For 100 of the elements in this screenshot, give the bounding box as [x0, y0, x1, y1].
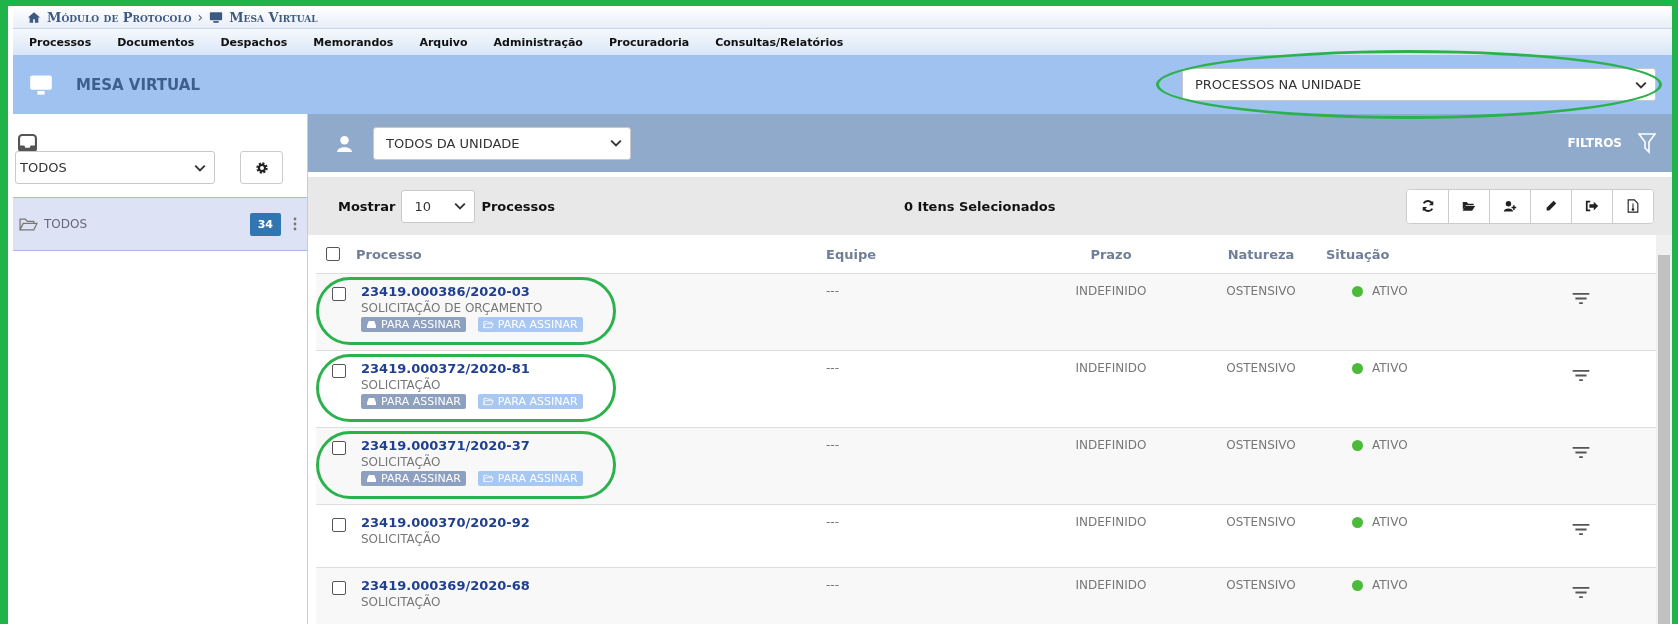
status-cell: ATIVO — [1372, 438, 1408, 452]
monitor-icon — [209, 10, 224, 24]
nature-cell-text: OSTENSIVO — [1225, 515, 1297, 529]
team-cell-text: --- — [826, 284, 840, 298]
deadline-cell-text: INDEFINIDO — [1074, 515, 1148, 529]
column-header: Situação — [1326, 246, 1391, 262]
menu-item[interactable]: Consultas/Relatórios — [707, 35, 862, 49]
team-cell-text: --- — [826, 515, 840, 529]
process-subject: SOLICITAÇÃO — [361, 378, 441, 392]
column-header: Processo — [356, 246, 423, 262]
user-select[interactable]: TODOS DA UNIDADE — [373, 126, 631, 160]
folder-open-icon — [482, 397, 494, 406]
process-subject: SOLICITAÇÃO — [361, 595, 441, 609]
refresh-icon — [1420, 199, 1435, 213]
column-header: Natureza — [1226, 246, 1296, 262]
menu-item[interactable]: Documentos — [109, 35, 213, 49]
process-subject: SOLICITAÇÃO DE ORÇAMENTO — [361, 301, 543, 315]
menu-item[interactable]: Memorandos — [305, 35, 412, 49]
menu-item[interactable]: Administração — [485, 35, 601, 49]
chevron-down-icon — [454, 202, 467, 210]
settings-icon — [254, 160, 269, 175]
nature-cell-text: OSTENSIVO — [1225, 578, 1297, 592]
tag: PARA ASSINAR — [477, 471, 583, 486]
pencil-icon — [1544, 199, 1558, 213]
status-cell: ATIVO — [1372, 578, 1408, 592]
chevron-down-icon — [194, 163, 206, 172]
breadcrumb-link[interactable]: Módulo de Protocolo — [47, 9, 192, 25]
team-cell-text: --- — [826, 361, 840, 375]
home-icon — [27, 10, 41, 24]
file-icon — [1626, 199, 1640, 213]
menu-icon[interactable] — [1571, 586, 1591, 599]
row-checkbox[interactable] — [332, 581, 346, 595]
menu-item[interactable]: Procuradoria — [600, 35, 708, 49]
column-header: Equipe — [826, 246, 878, 262]
settings-button[interactable] — [240, 151, 283, 184]
deadline-cell-text: INDEFINIDO — [1074, 578, 1148, 592]
team-cell-text: --- — [826, 438, 840, 452]
menu-icon[interactable] — [1571, 523, 1591, 536]
process-link[interactable]: 23419.000369/2020-68 — [361, 578, 530, 593]
items-label: Processos — [481, 198, 555, 214]
row-checkbox[interactable] — [332, 518, 346, 532]
column-header: Prazo — [1089, 246, 1133, 262]
action-button[interactable] — [1612, 189, 1653, 223]
process-subject: SOLICITAÇÃO — [361, 532, 441, 546]
sign-out-icon — [1585, 199, 1599, 213]
page-title: MESA VIRTUAL — [76, 75, 200, 94]
scrollbar[interactable] — [1656, 235, 1672, 624]
chevron-down-icon — [610, 139, 622, 147]
tag: PARA ASSINAR — [477, 394, 583, 409]
folder-open-icon — [482, 474, 494, 483]
folder-icon — [1462, 199, 1476, 213]
status-cell: ATIVO — [1372, 361, 1408, 375]
tag: PARA ASSINAR — [477, 317, 583, 332]
tag: PARA ASSINAR — [361, 317, 466, 332]
folder-label: TODOS — [44, 217, 88, 231]
count-badge: 34 — [249, 212, 281, 236]
monitor-icon — [29, 73, 53, 96]
nature-cell-text: OSTENSIVO — [1225, 438, 1297, 452]
tag: PARA ASSINAR — [361, 471, 466, 486]
team-cell-text: --- — [826, 578, 840, 592]
row-checkbox[interactable] — [332, 287, 346, 301]
tag: PARA ASSINAR — [361, 394, 466, 409]
deadline-cell-text: INDEFINIDO — [1074, 438, 1148, 452]
page-size-select[interactable]: 10 — [401, 189, 476, 223]
row-checkbox[interactable] — [332, 441, 346, 455]
status-cell: ATIVO — [1372, 284, 1408, 298]
breadcrumb-separator: › — [197, 9, 204, 25]
process-link[interactable]: 23419.000371/2020-37 — [361, 438, 530, 453]
more-vertical-icon[interactable] — [293, 217, 297, 231]
breadcrumb-link[interactable]: Mesa Virtual — [229, 9, 318, 25]
select-all-checkbox[interactable] — [326, 247, 340, 261]
nature-cell-text: OSTENSIVO — [1225, 361, 1297, 375]
process-link[interactable]: 23419.000386/2020-03 — [361, 284, 530, 299]
menu-icon[interactable] — [1571, 292, 1591, 305]
selection-count: 0 Itens Selecionados — [903, 198, 1056, 214]
chevron-down-icon — [1635, 80, 1647, 89]
process-subject: SOLICITAÇÃO — [361, 455, 441, 469]
inbox-icon — [366, 320, 377, 329]
folder-filter-select[interactable]: TODOS — [15, 151, 215, 184]
user-plus-icon — [1503, 199, 1517, 213]
process-link[interactable]: 23419.000370/2020-92 — [361, 515, 530, 530]
menu-item[interactable]: Processos — [21, 35, 110, 49]
nature-cell-text: OSTENSIVO — [1225, 284, 1297, 298]
menu-item[interactable]: Arquivo — [411, 35, 486, 49]
menu-item[interactable]: Despachos — [212, 35, 306, 49]
menu-icon[interactable] — [1571, 369, 1591, 382]
user-icon — [336, 134, 353, 152]
unit-select[interactable]: PROCESSOS NA UNIDADE — [1182, 68, 1656, 101]
folder-item[interactable]: TODOS 34 — [13, 197, 307, 251]
deadline-cell-text: INDEFINIDO — [1074, 361, 1148, 375]
deadline-cell-text: INDEFINIDO — [1074, 284, 1148, 298]
status-cell: ATIVO — [1372, 515, 1408, 529]
folder-open-icon — [19, 216, 38, 232]
row-checkbox[interactable] — [332, 364, 346, 378]
inbox-icon — [366, 474, 377, 483]
folder-open-icon — [482, 320, 494, 329]
menu-icon[interactable] — [1571, 446, 1591, 459]
inbox-icon — [366, 397, 377, 406]
show-label: Mostrar — [338, 198, 396, 214]
process-link[interactable]: 23419.000372/2020-81 — [361, 361, 530, 376]
